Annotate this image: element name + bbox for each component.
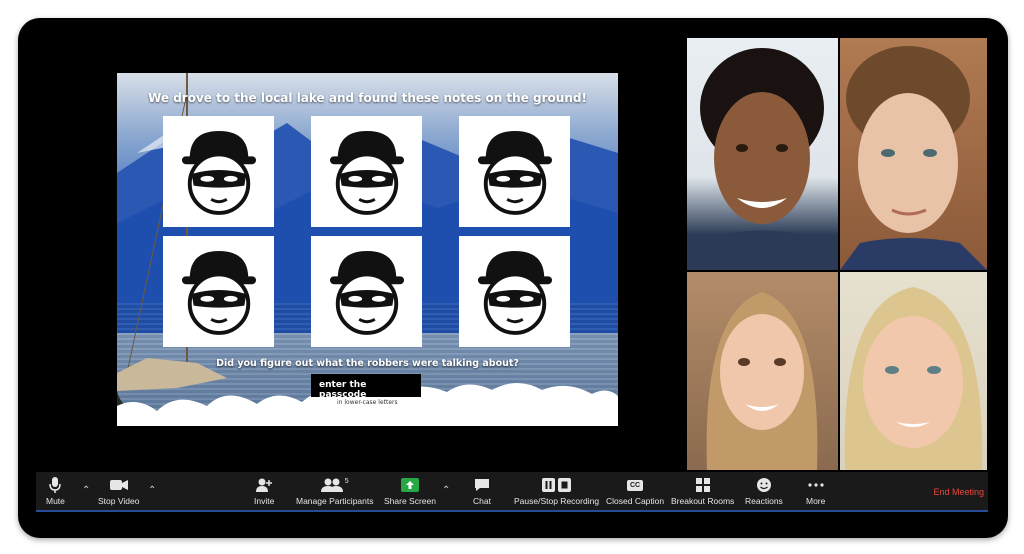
reactions-label: Reactions bbox=[745, 496, 783, 506]
robber-tile-6 bbox=[459, 236, 570, 347]
more-button[interactable]: More bbox=[806, 476, 825, 506]
chat-label: Chat bbox=[473, 496, 491, 506]
video-camera-icon bbox=[109, 476, 128, 494]
robber-icon bbox=[329, 130, 404, 215]
chevron-up-icon[interactable]: ⌃ bbox=[148, 485, 156, 496]
passcode-input[interactable]: enter the passcode bbox=[311, 374, 421, 400]
invite-button[interactable]: Invite bbox=[254, 476, 274, 506]
microphone-icon bbox=[49, 476, 62, 494]
breakout-rooms-button[interactable]: Breakout Rooms bbox=[671, 476, 734, 506]
participant-video-4[interactable] bbox=[840, 272, 987, 470]
more-dots-icon bbox=[808, 476, 824, 494]
participant-video-2[interactable] bbox=[840, 38, 987, 270]
end-meeting-button[interactable]: End Meeting bbox=[933, 487, 984, 497]
breakout-rooms-icon bbox=[695, 476, 710, 494]
slide-title: We drove to the local lake and found the… bbox=[148, 91, 587, 105]
pause-stop-recording-button[interactable]: Pause/Stop Recording bbox=[514, 476, 599, 506]
smiley-icon bbox=[756, 476, 772, 494]
stop-video-label: Stop Video bbox=[98, 496, 140, 506]
participant-avatar bbox=[840, 46, 987, 270]
reactions-button[interactable]: Reactions bbox=[745, 476, 783, 506]
mute-label: Mute bbox=[46, 496, 65, 506]
share-screen-icon bbox=[400, 476, 419, 494]
closed-caption-icon: CC bbox=[627, 476, 644, 494]
mute-button[interactable]: Mute bbox=[46, 476, 65, 506]
toolbar-accent-line bbox=[36, 510, 988, 512]
participants-icon: 5 bbox=[320, 476, 349, 494]
pause-stop-icon bbox=[541, 476, 572, 494]
share-screen-label: Share Screen bbox=[384, 496, 436, 506]
chat-button[interactable]: Chat bbox=[473, 476, 491, 506]
stop-video-button[interactable]: Stop Video bbox=[98, 476, 139, 506]
shared-screen: We drove to the local lake and found the… bbox=[117, 73, 618, 426]
share-screen-button[interactable]: Share Screen bbox=[384, 476, 436, 506]
more-label: More bbox=[806, 496, 826, 506]
passcode-hint: in lower-case letters bbox=[337, 399, 398, 406]
cc-badge: CC bbox=[627, 479, 644, 491]
participant-avatar bbox=[687, 48, 838, 270]
participant-count: 5 bbox=[344, 477, 349, 485]
robber-icon bbox=[181, 250, 256, 335]
manage-participants-button[interactable]: 5 Manage Participants bbox=[296, 476, 374, 507]
pause-stop-recording-label: Pause/Stop Recording bbox=[514, 496, 600, 506]
participant-video-3[interactable] bbox=[687, 272, 838, 470]
chat-bubble-icon bbox=[474, 476, 490, 494]
chevron-up-icon[interactable]: ⌃ bbox=[442, 485, 450, 496]
robber-icon bbox=[477, 130, 552, 215]
robber-tile-2 bbox=[311, 116, 422, 227]
closed-caption-button[interactable]: CC Closed Caption bbox=[606, 476, 664, 506]
robber-tile-1 bbox=[163, 116, 274, 227]
breakout-rooms-label: Breakout Rooms bbox=[671, 496, 735, 506]
participant-video-1[interactable] bbox=[687, 38, 838, 270]
meeting-toolbar: Mute ⌃ Stop Video ⌃ Invite 5 Manage Part… bbox=[36, 472, 988, 512]
participant-avatar bbox=[706, 292, 818, 470]
invite-label: Invite bbox=[254, 496, 275, 506]
manage-participants-label: Manage Participants bbox=[296, 496, 374, 506]
closed-caption-label: Closed Caption bbox=[606, 496, 665, 506]
robber-tile-4 bbox=[163, 236, 274, 347]
robber-icon bbox=[329, 250, 404, 335]
robber-icon bbox=[477, 250, 552, 335]
add-person-icon bbox=[256, 476, 273, 494]
robber-icon bbox=[181, 130, 256, 215]
robber-tile-5 bbox=[311, 236, 422, 347]
slide-question: Did you figure out what the robbers were… bbox=[216, 358, 519, 369]
robber-tile-3 bbox=[459, 116, 570, 227]
participant-avatar bbox=[844, 287, 983, 470]
chevron-up-icon[interactable]: ⌃ bbox=[82, 485, 90, 496]
